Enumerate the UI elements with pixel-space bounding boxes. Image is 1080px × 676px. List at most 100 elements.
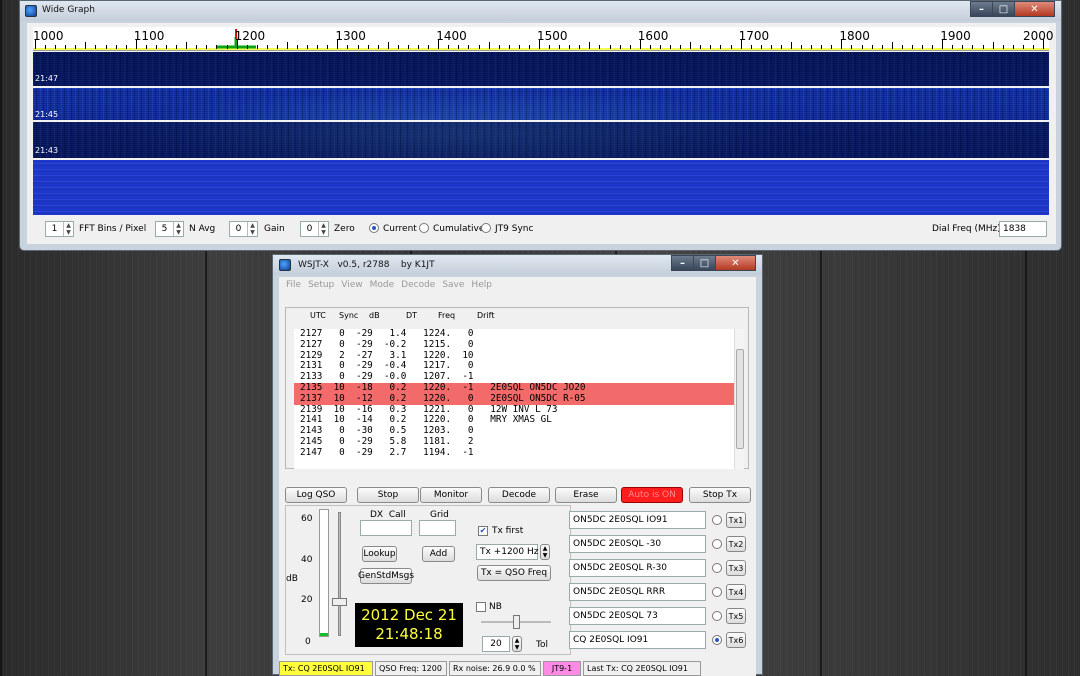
nb-slider[interactable] <box>481 615 551 629</box>
fft-bins-value[interactable]: 1 <box>46 224 63 234</box>
wide-graph-titlebar[interactable]: Wide Graph – □ ✕ <box>20 1 1061 21</box>
freq-tick <box>891 42 893 49</box>
spin-arrows-icon[interactable]: ▲ ▼ <box>173 222 183 236</box>
menu-decode[interactable]: Decode <box>401 280 435 290</box>
jt9-sync-radio[interactable] <box>481 223 491 233</box>
tx4-message[interactable]: ON5DC 2E0SQL RRR <box>569 583 706 601</box>
decode-button[interactable]: Decode <box>488 487 550 503</box>
tx6-message[interactable]: CQ 2E0SQL IO91 <box>569 631 706 649</box>
minimize-icon[interactable]: – <box>671 255 694 271</box>
meter-label-40: 40 <box>301 555 313 565</box>
col-dt: DT <box>406 311 418 320</box>
freq-tick <box>488 42 490 49</box>
tx3-button[interactable]: Tx3 <box>726 560 746 576</box>
freq-tick <box>750 45 752 49</box>
slider-knob[interactable] <box>513 615 520 629</box>
grid-label: Grid <box>430 510 449 520</box>
jt9-sync-label[interactable]: JT9 Sync <box>495 224 533 234</box>
tx2-message[interactable]: ON5DC 2E0SQL -30 <box>569 535 706 553</box>
gen-std-msgs-button[interactable]: GenStdMsgs <box>358 568 414 584</box>
tx-offset-spinbox[interactable]: Tx +1200 Hz <box>476 544 538 560</box>
freq-tick <box>508 45 510 49</box>
log-qso-button[interactable]: Log QSO <box>285 487 347 503</box>
menu-file[interactable]: File <box>286 280 301 290</box>
spin-arrows-icon[interactable]: ▲ ▼ <box>540 544 550 560</box>
dx-call-input[interactable] <box>360 520 412 536</box>
spin-arrows-icon[interactable]: ▲ ▼ <box>318 222 328 236</box>
freq-tick <box>831 45 833 49</box>
freq-tick <box>670 45 672 49</box>
monitor-button[interactable]: Monitor <box>420 487 482 503</box>
zero-value[interactable]: 0 <box>301 224 318 234</box>
slider-knob[interactable] <box>332 598 347 606</box>
tx1-radio[interactable] <box>712 515 722 525</box>
tx6-radio[interactable] <box>712 635 722 645</box>
rx-level-slider[interactable] <box>332 512 347 636</box>
dial-freq-input[interactable]: 1838 <box>999 221 1047 237</box>
menu-setup[interactable]: Setup <box>308 280 334 290</box>
minimize-icon[interactable]: – <box>970 1 993 17</box>
decode-row[interactable]: 2147 0 -29 2.7 1194. -1 <box>294 447 734 459</box>
tol-spinbox[interactable]: 20 <box>482 636 510 652</box>
scrollbar-thumb[interactable] <box>736 349 744 449</box>
freq-tick <box>196 45 198 49</box>
stop-button[interactable]: Stop <box>357 487 419 503</box>
menu-view[interactable]: View <box>341 280 362 290</box>
wsjtx-titlebar[interactable]: WSJT-X v0.5, r2788 by K1JT – □ ✕ <box>273 255 762 275</box>
tx2-radio[interactable] <box>712 539 722 549</box>
cumulative-label[interactable]: Cumulative <box>433 224 484 234</box>
maximize-icon[interactable]: □ <box>992 1 1015 17</box>
frequency-scale[interactable]: 1000 1100 1200 1300 1400 1500 1600 1700 1800 1900… <box>33 27 1054 51</box>
freq-tick <box>518 45 520 49</box>
lookup-button[interactable]: Lookup <box>362 546 397 562</box>
tx6-button[interactable]: Tx6 <box>726 632 746 648</box>
stop-tx-button[interactable]: Stop Tx <box>689 487 751 503</box>
tx3-radio[interactable] <box>712 563 722 573</box>
tx-qso-freq-button[interactable]: Tx = QSO Freq <box>477 565 551 581</box>
tx2-button[interactable]: Tx2 <box>726 536 746 552</box>
maximize-icon[interactable]: □ <box>693 255 716 271</box>
navg-value[interactable]: 5 <box>156 224 173 234</box>
tx3-message[interactable]: ON5DC 2E0SQL R-30 <box>569 559 706 577</box>
tx4-button[interactable]: Tx4 <box>726 584 746 600</box>
menu-help[interactable]: Help <box>471 280 492 290</box>
freq-tick <box>780 45 782 49</box>
gain-value[interactable]: 0 <box>230 224 247 234</box>
close-icon[interactable]: ✕ <box>1014 1 1055 17</box>
freq-tick-label: 1700 <box>738 29 770 43</box>
add-button[interactable]: Add <box>422 546 455 562</box>
decode-list[interactable]: 2127 0 -29 1.4 1224. 0 2127 0 -29 -0.2 1… <box>294 329 734 469</box>
auto-on-button[interactable]: Auto is ON <box>621 487 683 503</box>
decode-row[interactable]: 2137 10 -12 0.2 1220. 0 2E0SQL ON5DC R-0… <box>294 393 734 405</box>
spin-arrows-icon[interactable]: ▲ ▼ <box>63 222 73 236</box>
cumulative-radio[interactable] <box>419 223 429 233</box>
navg-spinbox[interactable]: 5 ▲ ▼ <box>155 221 184 237</box>
current-radio[interactable] <box>369 223 379 233</box>
menu-save[interactable]: Save <box>442 280 464 290</box>
spin-arrows-icon[interactable]: ▲ ▼ <box>247 222 257 236</box>
status-rx-noise: Rx noise: 26.9 0.0 % <box>449 661 541 676</box>
tx5-message[interactable]: ON5DC 2E0SQL 73 <box>569 607 706 625</box>
freq-tick <box>186 42 188 49</box>
grid-input[interactable] <box>419 520 456 536</box>
tx4-radio[interactable] <box>712 587 722 597</box>
tx5-button[interactable]: Tx5 <box>726 608 746 624</box>
decode-row[interactable]: 2127 0 -29 -0.2 1215. 0 <box>294 339 734 351</box>
zero-spinbox[interactable]: 0 ▲ ▼ <box>300 221 329 237</box>
tx-first-checkbox[interactable]: ✔ <box>478 526 488 536</box>
navg-label: N Avg <box>189 224 216 234</box>
close-icon[interactable]: ✕ <box>715 255 756 271</box>
erase-button[interactable]: Erase <box>555 487 617 503</box>
current-label[interactable]: Current <box>383 224 417 234</box>
gain-spinbox[interactable]: 0 ▲ ▼ <box>229 221 258 237</box>
decode-scrollbar[interactable] <box>734 329 744 469</box>
tx1-button[interactable]: Tx1 <box>726 512 746 528</box>
freq-tick <box>962 45 964 49</box>
spin-arrows-icon[interactable]: ▲ ▼ <box>512 636 522 652</box>
nb-checkbox[interactable] <box>476 602 486 612</box>
tx5-radio[interactable] <box>712 611 722 621</box>
fft-bins-spinbox[interactable]: 1 ▲ ▼ <box>45 221 74 237</box>
tx1-message[interactable]: ON5DC 2E0SQL IO91 <box>569 511 706 529</box>
waterfall-display[interactable]: 21:47 21:45 21:43 <box>33 52 1049 215</box>
menu-mode[interactable]: Mode <box>370 280 395 290</box>
